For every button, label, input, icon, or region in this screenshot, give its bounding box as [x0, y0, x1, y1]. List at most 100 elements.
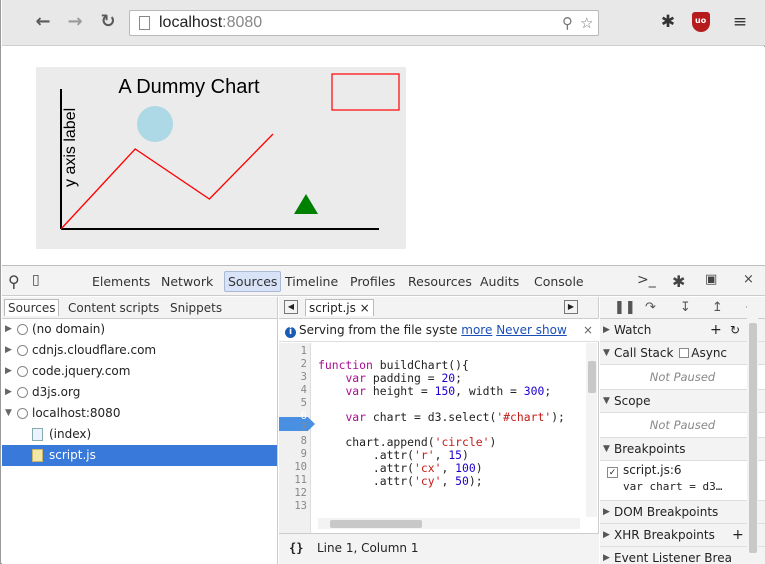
pause-icon[interactable]: ❚❚ [614, 300, 636, 315]
close-devtools-icon[interactable]: × [743, 272, 754, 287]
chart: A Dummy Chart y axis label [36, 67, 406, 249]
refresh-watch-icon[interactable]: ↻ [730, 319, 740, 341]
line-number[interactable]: 7 [279, 422, 307, 434]
infobar-never-show-link[interactable]: Never show [496, 323, 567, 337]
line-number[interactable]: 2 [279, 358, 307, 370]
add-xhr-breakpoint-icon[interactable]: + [732, 524, 744, 546]
step-out-icon[interactable]: ↥ [712, 300, 723, 315]
line-number[interactable]: 1 [279, 345, 307, 357]
tab-elements[interactable]: Elements [92, 274, 150, 289]
line-number[interactable]: 5 [279, 397, 307, 409]
cursor-position: Line 1, Column 1 [317, 541, 419, 555]
inspect-icon[interactable]: ⚲ [8, 272, 20, 291]
tree-item-index[interactable]: (index) [2, 424, 277, 445]
sources-navigator: Sources Content scripts Snippets ▶ (no do… [2, 297, 278, 564]
editor-horizontal-scrollbar[interactable] [318, 518, 580, 529]
code-line: chart.append('circle') [318, 435, 497, 450]
event-listener-breakpoints-section[interactable]: ▶ Event Listener Brea [600, 547, 765, 564]
line-number[interactable]: 8 [279, 435, 307, 447]
line-number[interactable]: 4 [279, 384, 307, 396]
line-number[interactable]: 12 [279, 487, 307, 499]
tree-item-no-domain[interactable]: ▶ (no domain) [2, 319, 277, 340]
tab-sources[interactable]: Sources [224, 271, 282, 292]
line-number[interactable]: 11 [279, 474, 307, 486]
call-stack-status: Not Paused [600, 365, 765, 390]
tree-item-jquery[interactable]: ▶ code.jquery.com [2, 361, 277, 382]
chart-title: A Dummy Chart [118, 76, 260, 98]
back-icon[interactable]: ← [32, 10, 54, 34]
code-line: var chart = d3.select('#chart'); [345, 409, 565, 424]
settings-icon[interactable]: ✱ [672, 272, 685, 291]
breakpoint-checkbox[interactable]: ✓ [607, 467, 618, 478]
tree-item-cdnjs[interactable]: ▶ cdnjs.cloudflare.com [2, 340, 277, 361]
menu-icon[interactable]: ≡ [729, 11, 751, 33]
step-over-icon[interactable]: ↷ [645, 300, 656, 315]
y-axis-label: y axis label [62, 108, 79, 187]
line-number[interactable]: 10 [279, 461, 307, 473]
toggle-navigator-icon[interactable]: ◀ [284, 300, 298, 314]
tab-resources[interactable]: Resources [408, 274, 472, 289]
js-file-icon [32, 449, 43, 462]
tab-audits[interactable]: Audits [480, 274, 519, 289]
browser-window: ← → ↻ localhost:8080 ⚲ ☆ ✱ uo ≡ A Dummy … [0, 0, 765, 564]
scope-section[interactable]: ▼ Scope [600, 390, 765, 413]
devtools-panel: ⚲ ▯ Elements Network Sources Timeline Profil… [2, 265, 765, 564]
dom-breakpoints-section[interactable]: ▶ DOM Breakpoints [600, 501, 765, 524]
debugger-scrollbar[interactable] [747, 301, 758, 563]
line-number[interactable]: 13 [279, 500, 307, 512]
star-icon[interactable]: ☆ [580, 14, 593, 32]
code-line: var padding = 20; [345, 370, 463, 385]
watch-section[interactable]: ▶ Watch + ↻ [600, 319, 765, 342]
infobar-more-link[interactable]: more [461, 323, 492, 337]
infobar-close-icon[interactable]: × [583, 319, 593, 341]
async-checkbox[interactable] [679, 348, 690, 358]
tree-item-d3js[interactable]: ▶ d3js.org [2, 382, 277, 403]
breakpoints-section[interactable]: ▼ Breakpoints [600, 438, 765, 461]
xhr-breakpoints-section[interactable]: ▶ XHR Breakpoints + [600, 524, 765, 547]
tab-console[interactable]: Console [534, 274, 584, 289]
ublock-icon[interactable]: uo [692, 12, 710, 32]
puzzle-icon[interactable]: ✱ [657, 11, 679, 33]
line-number[interactable]: 3 [279, 371, 307, 383]
tab-network[interactable]: Network [161, 274, 213, 289]
chart-circle [137, 106, 173, 142]
dock-icon[interactable]: ▣ [705, 272, 717, 287]
line-number[interactable]: 9 [279, 448, 307, 460]
zoom-icon[interactable]: ⚲ [562, 14, 573, 32]
subtab-content-scripts[interactable]: Content scripts [68, 301, 159, 315]
device-icon[interactable]: ▯ [32, 272, 40, 288]
breakpoint-entry[interactable]: ✓ script.js:6 var chart = d3… [600, 461, 765, 501]
call-stack-section[interactable]: ▼ Call Stack Async [600, 342, 765, 365]
editor-tab-script-js[interactable]: script.js × [305, 299, 374, 316]
page-viewport: A Dummy Chart y axis label [2, 47, 765, 265]
breakpoint-file: script.js:6 [623, 463, 682, 477]
async-label: Async [691, 346, 728, 360]
subtab-sources[interactable]: Sources [4, 299, 60, 316]
editor-tabbar: ◀ script.js × ▶ [279, 297, 598, 319]
subtab-snippets[interactable]: Snippets [170, 301, 222, 315]
tree-item-localhost[interactable]: ▼ localhost:8080 [2, 403, 277, 424]
add-watch-icon[interactable]: + [710, 319, 722, 341]
step-into-icon[interactable]: ↧ [680, 300, 691, 315]
tree-item-script-js[interactable]: script.js [2, 445, 277, 466]
console-drawer-icon[interactable]: >_ [637, 272, 656, 288]
close-tab-icon[interactable]: × [360, 301, 370, 315]
url-text[interactable]: localhost:8080 [159, 14, 262, 32]
devtools-tabbar: ⚲ ▯ Elements Network Sources Timeline Profil… [2, 266, 765, 296]
address-bar[interactable]: localhost:8080 ⚲ ☆ [129, 10, 599, 36]
code-area[interactable]: 1 2 function buildChart(){3 var padding = … [279, 343, 599, 533]
info-icon: i [285, 327, 296, 338]
editor-vertical-scrollbar[interactable] [586, 343, 597, 517]
debugger-toolbar: ❚❚ ↷ ↧ ↥ ⧺ [600, 297, 765, 319]
tab-profiles[interactable]: Profiles [350, 274, 395, 289]
browser-toolbar: ← → ↻ localhost:8080 ⚲ ☆ ✱ uo ≡ [2, 0, 765, 46]
pretty-print-button[interactable]: {} [289, 541, 303, 555]
toggle-debugger-icon[interactable]: ▶ [564, 300, 578, 314]
forward-icon[interactable]: → [64, 10, 86, 34]
editor-statusbar: {} Line 1, Column 1 [279, 533, 599, 564]
code-line: .attr('r', 15) [318, 448, 469, 463]
code-line: .attr('cy', 50); [318, 474, 483, 488]
line-number[interactable]: 6 [279, 410, 307, 422]
tab-timeline[interactable]: Timeline [285, 274, 338, 289]
reload-icon[interactable]: ↻ [97, 10, 119, 34]
